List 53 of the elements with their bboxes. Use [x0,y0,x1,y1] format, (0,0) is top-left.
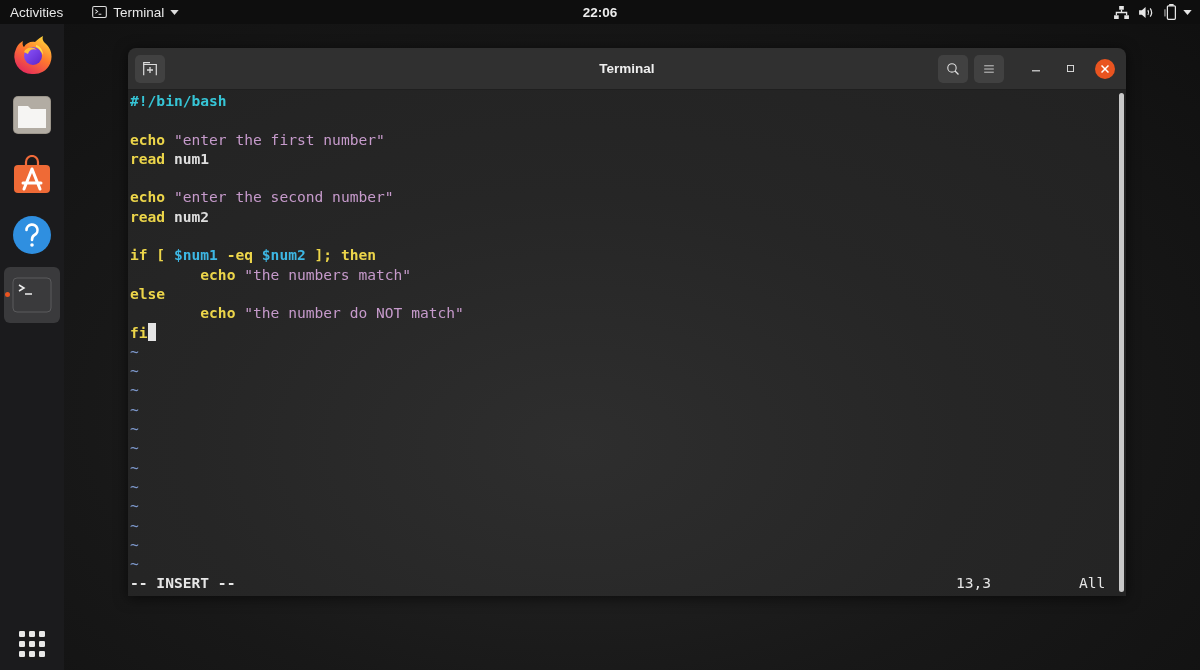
scroll-position: All [1078,573,1106,593]
menu-button[interactable] [974,54,1004,83]
empty-line-marker: ~ [130,457,139,477]
empty-line-marker: ~ [130,554,139,574]
empty-line-marker: ~ [130,380,139,400]
empty-line-marker: ~ [130,438,139,458]
code-line: fi [130,322,148,342]
cursor-position: 13,3 [955,573,992,593]
search-icon [947,62,959,75]
scrollbar[interactable] [1118,93,1124,592]
app-grid-icon [19,631,45,657]
empty-line-marker: ~ [130,341,139,362]
code-line: if [ $num1 -eq $num2 ]; then [130,245,377,265]
app-menu[interactable]: Terminal [92,1,180,23]
code-line: echo "enter the first number" [130,129,385,149]
new-tab-button[interactable] [135,54,165,83]
code-line: echo "the numbers match" [200,264,412,284]
browser-icon [12,35,52,75]
mode-indicator: -- INSERT -- [130,573,236,593]
caret-icon [170,9,180,15]
menu-icon [984,64,994,73]
help-icon [12,215,52,255]
folder-icon [12,95,52,135]
system-menu-button[interactable] [1114,1,1192,23]
battery-icon [1164,4,1177,20]
volume-icon [1139,5,1154,19]
code-line: read num2 [130,206,210,227]
close-button[interactable] [1095,58,1115,79]
code-line: echo "enter the second number" [130,187,394,207]
empty-line-marker: ~ [130,496,139,516]
minimize-icon [1032,69,1040,72]
code-line: else [130,283,166,304]
empty-line-marker: ~ [130,419,139,439]
network-icon [1114,5,1129,19]
new-tab-icon [143,61,157,76]
window-title: Terminal [599,61,655,76]
maximize-icon [1066,65,1074,72]
terminal-icon [92,6,108,18]
empty-line-marker: ~ [130,534,139,555]
empty-line-marker: ~ [130,361,139,381]
activities-button[interactable]: Activities [10,1,64,23]
empty-line-marker: ~ [130,515,139,535]
search-button[interactable] [938,54,968,83]
code-line: #!/bin/bash [130,91,227,111]
close-icon [1101,64,1109,73]
terminal-icon [12,275,52,315]
empty-line-marker: ~ [130,399,139,420]
clock[interactable]: 22:06 [582,1,618,23]
code-line: read num1 [130,148,210,169]
caret-icon [1183,9,1192,15]
shopping-bag-icon [12,155,52,195]
empty-line-marker: ~ [130,476,139,497]
code-line: echo "the number do NOT match" [200,303,464,323]
